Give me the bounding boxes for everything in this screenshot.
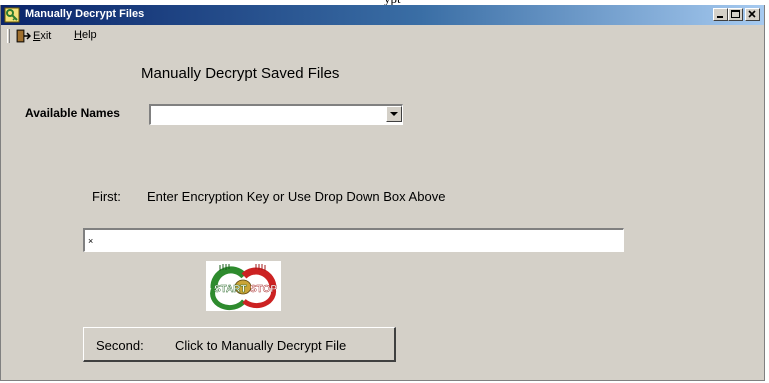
minimize-icon — [717, 16, 723, 18]
available-names-label: Available Names — [25, 106, 120, 120]
available-names-dropdown[interactable] — [149, 104, 403, 125]
maximize-icon — [731, 10, 740, 18]
app-key-icon — [4, 7, 20, 23]
menu-exit-label: Exit — [33, 30, 52, 42]
close-icon — [748, 10, 756, 18]
page-heading: Manually Decrypt Saved Files — [141, 65, 340, 82]
start-stop-logo: START STOP — [206, 261, 281, 311]
step2-label: Second: — [96, 338, 144, 353]
menu-grip — [7, 29, 10, 43]
minimize-button[interactable] — [713, 8, 728, 21]
step1-instruction: Enter Encryption Key or Use Drop Down Bo… — [147, 189, 446, 204]
encryption-key-input[interactable] — [83, 228, 624, 252]
logo-stop-text: STOP — [250, 284, 277, 295]
manually-decrypt-button[interactable]: Second: Click to Manually Decrypt File — [83, 327, 396, 362]
menu-help[interactable]: Help — [74, 29, 97, 41]
logo-start-text: START — [214, 284, 247, 295]
maximize-button[interactable] — [728, 8, 743, 21]
close-button[interactable] — [745, 8, 760, 21]
caption-buttons — [713, 8, 760, 21]
step1-label: First: — [92, 189, 121, 204]
step2-button-text: Click to Manually Decrypt File — [175, 338, 347, 353]
exit-door-icon — [16, 29, 31, 43]
title-bar[interactable]: Manually Decrypt Files — [1, 5, 764, 25]
window-title: Manually Decrypt Files — [25, 8, 145, 20]
menu-bar: Exit Help — [1, 26, 764, 46]
main-window: Manually Decrypt Files Exit Help Manuall… — [0, 5, 765, 381]
dropdown-arrow-button[interactable] — [386, 106, 402, 122]
menu-exit[interactable]: Exit — [15, 28, 51, 44]
